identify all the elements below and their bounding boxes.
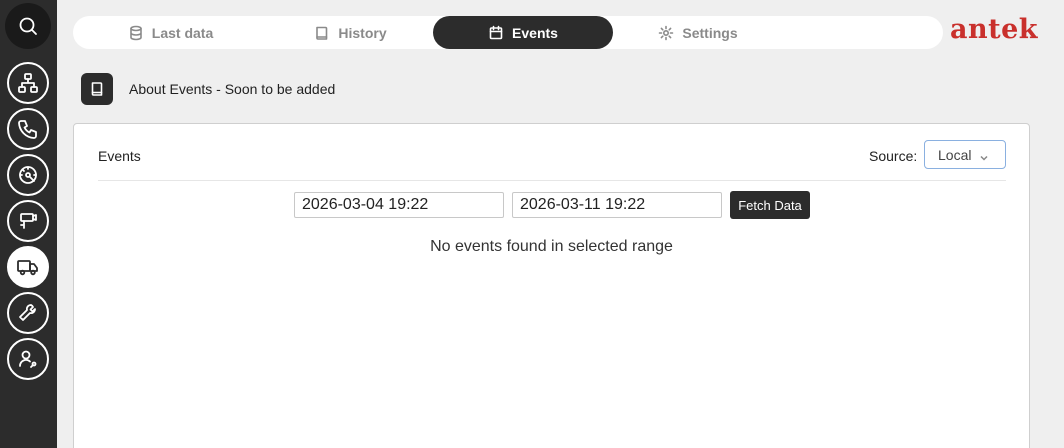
sidebar-item-user-settings[interactable] — [7, 338, 49, 380]
tab-bar: Last data History Events Settings — [73, 16, 943, 49]
book-icon — [316, 26, 328, 40]
calendar-icon — [489, 25, 503, 39]
database-icon — [129, 25, 142, 40]
tab-last-data[interactable]: Last data — [73, 16, 268, 49]
sidebar-item-camera[interactable] — [7, 200, 49, 242]
about-text: About Events - Soon to be added — [129, 81, 336, 97]
tab-events[interactable]: Events — [433, 16, 613, 49]
sidebar-item-network[interactable] — [7, 62, 49, 104]
empty-message: No events found in selected range — [430, 238, 673, 255]
gear-icon — [659, 25, 674, 40]
date-from-input[interactable]: 2026-03-04 19:22 — [294, 192, 504, 218]
sidebar — [0, 0, 57, 448]
brand-logo: antek — [950, 14, 1038, 45]
book-icon — [91, 82, 103, 96]
about-info-button[interactable] — [81, 73, 113, 105]
sidebar-item-phone[interactable] — [7, 108, 49, 150]
search-icon — [19, 17, 37, 35]
sidebar-item-service[interactable] — [7, 292, 49, 334]
camera-icon — [20, 213, 37, 229]
source-select[interactable]: Local — [924, 140, 1006, 169]
tab-label: History — [338, 24, 387, 41]
sidebar-item-gauge[interactable] — [7, 154, 49, 196]
card-title: Events — [98, 148, 141, 164]
fetch-data-button[interactable]: Fetch Data — [730, 191, 810, 219]
source-value: Local — [938, 146, 972, 163]
date-to-input[interactable]: 2026-03-11 19:22 — [512, 192, 722, 218]
tab-settings[interactable]: Settings — [613, 16, 783, 49]
chevron-down-icon — [979, 150, 989, 161]
user-settings-icon — [19, 350, 37, 368]
source-label: Source: — [869, 148, 918, 164]
events-card: Events Source: Local 2026-03-04 19:22 20… — [73, 123, 1030, 448]
tab-label: Events — [512, 24, 558, 41]
sidebar-item-vehicle[interactable] — [7, 246, 49, 288]
wrench-icon — [19, 304, 36, 321]
tab-label: Last data — [151, 24, 214, 41]
tab-history[interactable]: History — [268, 16, 433, 49]
truck-icon — [17, 260, 38, 276]
tab-label: Settings — [682, 24, 738, 41]
phone-icon — [18, 120, 37, 139]
network-icon — [18, 73, 38, 93]
divider — [98, 180, 1006, 181]
gauge-icon — [19, 166, 37, 184]
search-button[interactable] — [5, 3, 51, 49]
